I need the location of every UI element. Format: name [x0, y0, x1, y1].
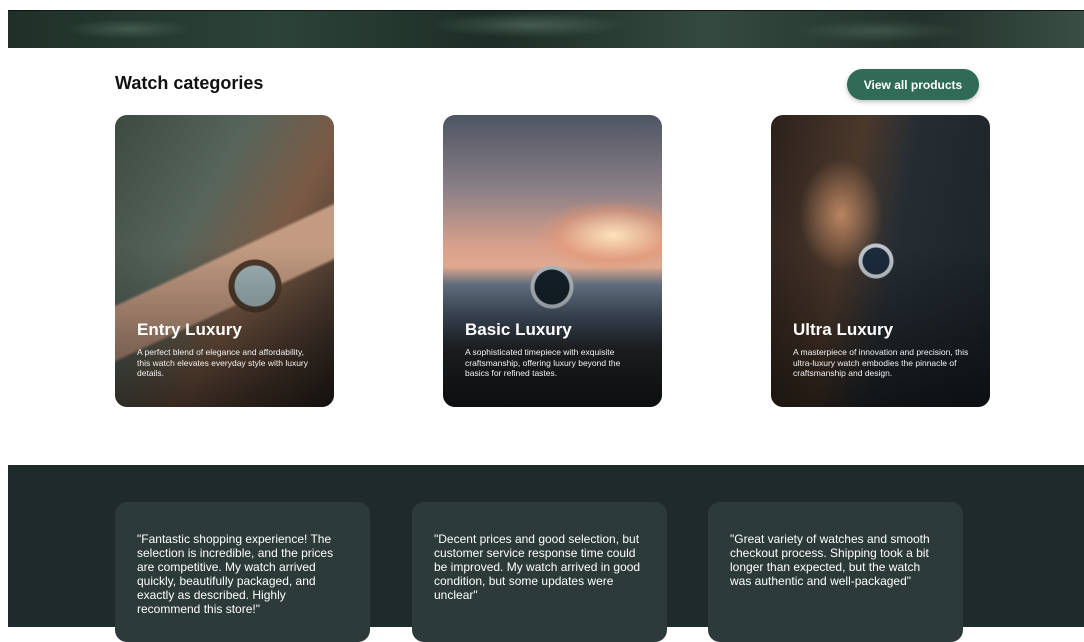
category-title: Entry Luxury [137, 320, 242, 339]
testimonials-section: "Fantastic shopping experience! The sele… [8, 465, 1084, 642]
category-title: Ultra Luxury [793, 320, 894, 339]
category-title: Basic Luxury [465, 320, 572, 339]
testimonial-card: "Decent prices and good selection, but c… [412, 502, 667, 642]
category-description: A perfect blend of elegance and affordab… [137, 347, 309, 378]
section-title: Watch categories [115, 73, 264, 93]
category-card-entry-luxury[interactable]: Entry Luxury A perfect blend of elegance… [115, 115, 334, 407]
category-description: A masterpiece of innovation and precisio… [793, 347, 969, 378]
testimonial-card: "Great variety of watches and smooth che… [708, 502, 963, 642]
view-all-products-button[interactable]: View all products [847, 69, 979, 100]
hero-image-strip [8, 10, 1084, 48]
category-card-basic-luxury[interactable]: Basic Luxury A sophisticated timepiece w… [443, 115, 662, 407]
testimonial-text: "Fantastic shopping experience! The sele… [137, 532, 334, 616]
testimonial-text: "Decent prices and good selection, but c… [434, 532, 641, 602]
page: Watch categories View all products Entry… [0, 0, 1084, 642]
testimonial-card: "Fantastic shopping experience! The sele… [115, 502, 370, 642]
category-description: A sophisticated timepiece with exquisite… [465, 347, 621, 378]
category-card-ultra-luxury[interactable]: Ultra Luxury A masterpiece of innovation… [771, 115, 990, 407]
testimonial-text: "Great variety of watches and smooth che… [730, 532, 930, 588]
